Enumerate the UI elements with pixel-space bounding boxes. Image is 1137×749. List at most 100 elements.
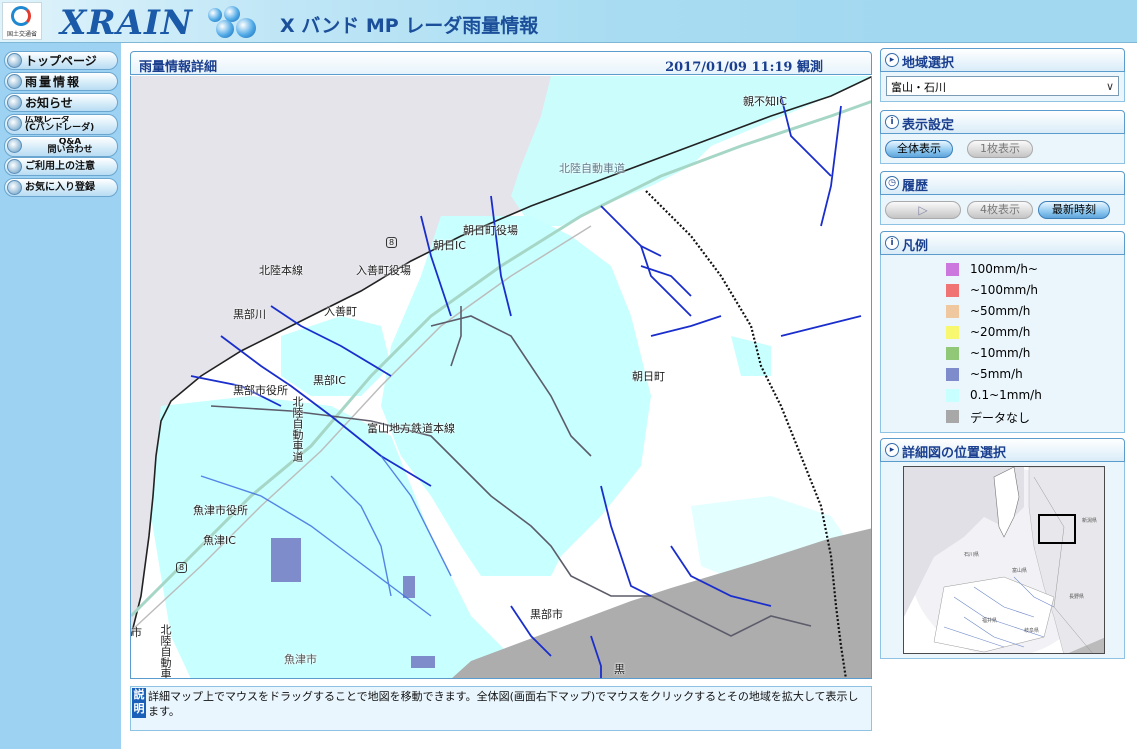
brand-logo: XRAIN <box>60 3 193 43</box>
notice-icon <box>7 95 22 110</box>
play-icon: ▷ <box>918 203 928 217</box>
overview-label: 新潟県 <box>1082 518 1098 524</box>
nav-label: Q&A 問い合わせ <box>47 138 93 154</box>
all-view-button[interactable]: 全体表示 <box>885 140 953 158</box>
nav-label: トップページ <box>25 54 97 68</box>
home-icon <box>7 53 22 68</box>
legend-label: ~20mm/h <box>970 325 1031 339</box>
info-icon: i <box>885 236 899 250</box>
left-navigation: トップページ 雨量情報 お知らせ 広域レーダ (Cバンドレーダ) Q&A 問い合… <box>0 43 121 749</box>
display-settings-header: i 表示設定 <box>880 110 1125 134</box>
overview-label: 石川県 <box>964 552 980 558</box>
legend-swatch <box>946 368 959 381</box>
play-icon: ▸ <box>885 53 899 67</box>
map-label: 北陸自動車道 <box>291 396 304 462</box>
legend-label: データなし <box>970 411 1031 425</box>
map-label: 朝日IC <box>433 239 466 252</box>
header-decoration <box>950 0 1137 42</box>
detail-title: 雨量情報詳細 <box>139 60 218 75</box>
nav-wide-radar[interactable]: 広域レーダ (Cバンドレーダ) <box>4 114 118 135</box>
map-label: 黒部川 <box>233 308 266 321</box>
nav-label: 雨量情報 <box>25 75 82 89</box>
map-label: 北陸本線 <box>259 264 303 277</box>
legend-label: ~50mm/h <box>970 304 1031 318</box>
map-label: 親不知IC <box>743 95 787 108</box>
overview-label: 岐阜県 <box>1024 628 1040 634</box>
legend-label: ~5mm/h <box>970 367 1023 381</box>
mlit-logo-icon <box>11 6 31 26</box>
nav-usage-caution[interactable]: ご利用上の注意 <box>4 157 118 176</box>
overview-canvas <box>904 467 1104 653</box>
map-label: 市 <box>131 626 142 639</box>
region-select-title: 地域選択 <box>902 56 955 71</box>
single-view-button[interactable]: 1枚表示 <box>967 140 1033 158</box>
info-icon: i <box>885 115 899 129</box>
caution-icon <box>7 159 22 174</box>
observation-timestamp: 2017/01/09 11:19 観測 <box>665 60 823 75</box>
map-label: 魚津IC <box>203 534 236 547</box>
four-view-button[interactable]: 4枚表示 <box>967 201 1033 219</box>
nav-label: ご利用上の注意 <box>25 161 95 172</box>
legend-swatch <box>946 389 959 402</box>
legend-label: 100mm/h~ <box>970 262 1038 276</box>
overview-label: 長野県 <box>1069 594 1085 600</box>
legend-body: 100mm/h~ ~100mm/h ~50mm/h ~20mm/h ~10mm/… <box>880 255 1125 433</box>
play-icon: ▸ <box>885 443 899 457</box>
mlit-logo[interactable]: 国土交通省 <box>2 2 42 40</box>
region-select-body: 富山・石川 ∨ <box>880 72 1125 102</box>
display-settings-title: 表示設定 <box>902 118 955 133</box>
legend-label: ~10mm/h <box>970 346 1031 360</box>
agency-name: 国土交通省 <box>6 31 37 38</box>
page-title: X バンド MP レーダ雨量情報 <box>280 15 539 37</box>
region-dropdown-value: 富山・石川 <box>891 81 946 94</box>
latest-time-button[interactable]: 最新時刻 <box>1038 201 1110 219</box>
route-sign: 8 <box>176 562 188 573</box>
legend-swatch <box>946 347 959 360</box>
map-label: 北陸自動車道 <box>559 162 625 175</box>
history-header: ◷ 履歴 <box>880 171 1125 195</box>
nav-label: お気に入り登録 <box>25 182 95 193</box>
map-label: 魚津市 <box>284 653 317 666</box>
overview-title: 詳細図の位置選択 <box>902 446 1007 461</box>
description-box: 説明 詳細マップ上でマウスをドラッグすることで地図を移動できます。全体図(画面右… <box>130 686 872 731</box>
legend-swatch <box>946 284 959 297</box>
history-body: ▷ 4枚表示 最新時刻 <box>880 195 1125 225</box>
nav-notice[interactable]: お知らせ <box>4 93 118 112</box>
chevron-down-icon: ∨ <box>1105 80 1114 93</box>
nav-rain-info[interactable]: 雨量情報 <box>4 72 118 91</box>
region-select-header: ▸ 地域選択 <box>880 48 1125 72</box>
route-sign: 8 <box>386 237 398 248</box>
overview-map[interactable]: 新潟県 石川県 富山県 福井県 長野県 岐阜県 <box>903 466 1105 654</box>
legend-swatch <box>946 326 959 339</box>
rain-icon <box>7 74 22 89</box>
legend-label: ~100mm/h <box>970 283 1038 297</box>
app-header: 国土交通省 XRAIN X バンド MP レーダ雨量情報 <box>0 0 1137 43</box>
overview-label: 福井県 <box>982 618 998 624</box>
play-button[interactable]: ▷ <box>885 201 961 219</box>
map-label: 富山地方鉄道本線 <box>367 422 455 435</box>
map-label: 黒部市 <box>530 608 563 621</box>
map-label: 黒部市役所 <box>233 384 288 397</box>
nav-bookmark[interactable]: お気に入り登録 <box>4 178 118 197</box>
rain-map[interactable]: 親不知IC 北陸自動車道 朝日町役場 朝日IC 8 北陸本線 入善町役場 入善町… <box>130 76 872 679</box>
map-label: 入善町 <box>324 305 357 318</box>
display-settings-body: 全体表示 1枚表示 <box>880 134 1125 164</box>
map-canvas <box>131 76 871 678</box>
nav-top-page[interactable]: トップページ <box>4 51 118 70</box>
legend-title: 凡例 <box>902 239 929 254</box>
map-label: 北陸自動車 <box>159 624 172 679</box>
bubbles-icon <box>204 6 260 40</box>
legend-swatch <box>946 410 959 423</box>
map-label: 朝日町 <box>632 370 665 383</box>
legend-swatch <box>946 263 959 276</box>
legend-label: 0.1~1mm/h <box>970 388 1042 402</box>
nav-label: 広域レーダ (Cバンドレーダ) <box>25 116 95 132</box>
question-icon <box>7 138 22 153</box>
map-label: 黒 <box>614 663 625 676</box>
overview-header: ▸ 詳細図の位置選択 <box>880 438 1125 462</box>
detail-panel-header: 雨量情報詳細 2017/01/09 11:19 観測 <box>130 51 872 75</box>
nav-qa[interactable]: Q&A 問い合わせ <box>4 136 118 157</box>
map-label: 黒部IC <box>313 374 346 387</box>
region-dropdown[interactable]: 富山・石川 ∨ <box>886 76 1119 96</box>
legend-header: i 凡例 <box>880 231 1125 255</box>
